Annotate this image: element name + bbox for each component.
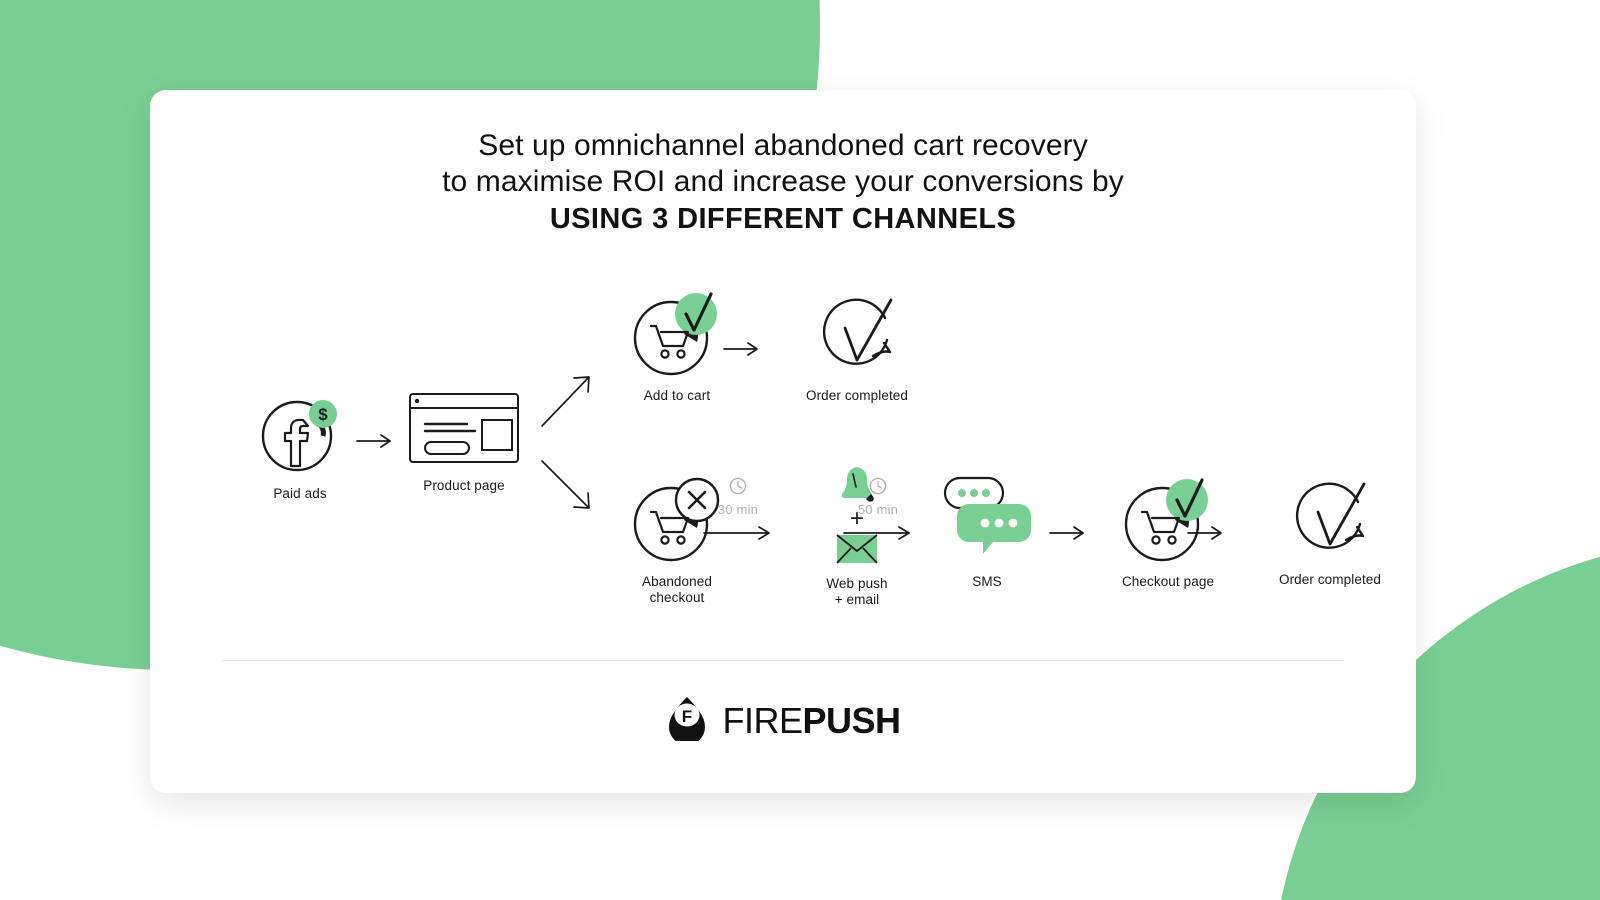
browser-window-icon — [405, 388, 523, 468]
logo-text-fire: FIRE — [722, 699, 803, 741]
arrow-paid-ads-to-product-page — [355, 432, 399, 450]
chat-bubbles-icon — [937, 472, 1037, 564]
flow-node-order-completed-top: Order completed — [772, 288, 942, 404]
flow-node-order-completed-bottom: Order completed — [1170, 472, 1490, 588]
logo-text-push: PUSH — [802, 699, 901, 741]
flow-node-product-page: Product page — [394, 388, 534, 494]
poster-canvas: Set up omnichannel abandoned cart recove… — [0, 0, 1600, 900]
order-completed-icon — [1284, 472, 1376, 562]
svg-text:F: F — [682, 707, 692, 726]
firepush-logo: F FIREPUSH — [150, 695, 1416, 746]
flow-diagram: $ Paid ads Product page Add to cart Orde… — [150, 90, 1416, 793]
flow-label-add-to-cart: Add to cart — [643, 388, 711, 403]
flow-timer-30-min: 30 min — [700, 476, 776, 517]
arrow-after-50-min — [842, 524, 918, 542]
firepush-flame-icon: F — [665, 695, 709, 746]
flow-timer-30-min-label: 30 min — [717, 502, 759, 517]
flow-label-product-page: Product page — [423, 478, 505, 493]
flow-node-paid-ads: $ Paid ads — [240, 390, 360, 502]
content-card: Set up omnichannel abandoned cart recove… — [150, 90, 1416, 793]
footer-divider — [222, 660, 1344, 661]
flow-label-order-completed-bottom: Order completed — [1278, 572, 1382, 587]
flow-label-sms: SMS — [972, 574, 1002, 589]
flow-label-order-completed-top: Order completed — [805, 388, 909, 403]
arrow-branch-down — [538, 455, 598, 515]
flow-label-paid-ads: Paid ads — [273, 486, 327, 501]
flow-timer-50-min-label: 50 min — [857, 502, 899, 517]
flow-node-sms: SMS — [912, 472, 1062, 590]
facebook-dollar-icon: $ — [257, 390, 343, 476]
order-completed-icon — [811, 288, 903, 378]
flow-label-web-push-email: Web push + email — [826, 576, 888, 607]
arrow-after-30-min — [702, 524, 778, 542]
clock-icon — [840, 476, 916, 501]
firepush-wordmark: FIREPUSH — [722, 699, 901, 741]
clock-icon — [700, 476, 776, 501]
arrow-sms-to-checkout-page — [1048, 524, 1092, 542]
flow-timer-50-min: 50 min — [840, 476, 916, 517]
cart-check-icon — [629, 286, 725, 378]
arrow-branch-up — [538, 370, 598, 430]
svg-text:$: $ — [318, 405, 328, 424]
arrow-add-to-cart-to-order-completed — [722, 340, 766, 358]
flow-label-abandoned-checkout: Abandoned checkout — [642, 574, 712, 605]
